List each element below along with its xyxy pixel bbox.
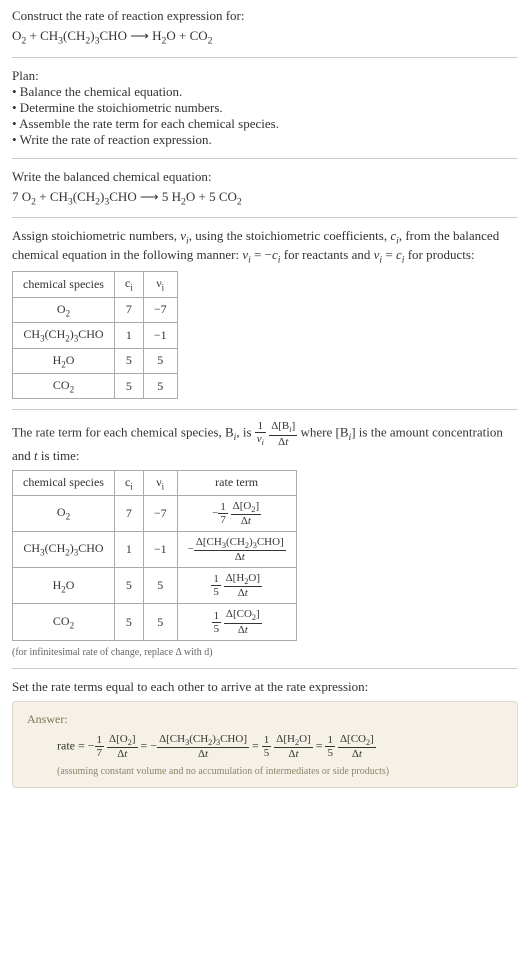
infinitesimal-note: (for infinitesimal rate of change, repla… xyxy=(12,647,518,658)
cell-ci: 1 xyxy=(114,532,143,568)
cell-species: O2 xyxy=(13,495,115,531)
divider xyxy=(12,57,518,58)
col-ci: ci xyxy=(114,272,143,297)
intro-section: Construct the rate of reaction expressio… xyxy=(12,8,518,47)
stoichiometric-table: chemical species ci νi O2 7 −7 CH3(CH2)3… xyxy=(12,271,178,399)
col-species: chemical species xyxy=(13,272,115,297)
cell-vi: 5 xyxy=(143,568,177,604)
numerator: 1 xyxy=(255,420,266,433)
cell-species: H2O xyxy=(13,568,115,604)
rate-term-section: The rate term for each chemical species,… xyxy=(12,420,518,657)
assign-text: Assign stoichiometric numbers, νi, using… xyxy=(12,228,518,265)
table-row: O2 7 −7 xyxy=(13,297,178,322)
col-vi: νi xyxy=(143,272,177,297)
cell-ci: 5 xyxy=(114,373,143,398)
balanced-heading: Write the balanced chemical equation: xyxy=(12,169,518,185)
denominator: Δt xyxy=(269,436,297,448)
cell-vi: −7 xyxy=(143,495,177,531)
divider xyxy=(12,409,518,410)
final-heading: Set the rate terms equal to each other t… xyxy=(12,679,518,695)
text-part: is time: xyxy=(38,448,80,463)
table-header-row: chemical species ci νi xyxy=(13,272,178,297)
cell-rate: 15 Δ[H2O]Δt xyxy=(177,568,296,604)
cell-ci: 5 xyxy=(114,348,143,373)
table-row: CH3(CH2)3CHO 1 −1 −Δ[CH3(CH2)3CHO]Δt xyxy=(13,532,297,568)
table-row: CO2 5 5 xyxy=(13,373,178,398)
rate-intro-text: The rate term for each chemical species,… xyxy=(12,420,518,463)
answer-label: Answer: xyxy=(27,712,503,727)
plan-section: Plan: • Balance the chemical equation. •… xyxy=(12,68,518,148)
cell-species: CO2 xyxy=(13,604,115,640)
balanced-section: Write the balanced chemical equation: 7 … xyxy=(12,169,518,208)
cell-rate: 15 Δ[CO2]Δt xyxy=(177,604,296,640)
cell-rate: −Δ[CH3(CH2)3CHO]Δt xyxy=(177,532,296,568)
cell-vi: 5 xyxy=(143,373,177,398)
table-row: O2 7 −7 −17 Δ[O2]Δt xyxy=(13,495,297,531)
answer-box: Answer: rate = −17 Δ[O2]Δt = −Δ[CH3(CH2)… xyxy=(12,701,518,788)
cell-species: O2 xyxy=(13,297,115,322)
answer-equation: rate = −17 Δ[O2]Δt = −Δ[CH3(CH2)3CHO]Δt … xyxy=(57,733,503,760)
cell-species: CH3(CH2)3CHO xyxy=(13,323,115,348)
table-row: CO2 5 5 15 Δ[CO2]Δt xyxy=(13,604,297,640)
answer-note: (assuming constant volume and no accumul… xyxy=(57,766,503,777)
numerator: Δ[Bi] xyxy=(269,420,297,435)
col-ci: ci xyxy=(114,470,143,495)
cell-species: H2O xyxy=(13,348,115,373)
col-species: chemical species xyxy=(13,470,115,495)
assign-section: Assign stoichiometric numbers, νi, using… xyxy=(12,228,518,399)
final-section: Set the rate terms equal to each other t… xyxy=(12,679,518,788)
cell-ci: 7 xyxy=(114,495,143,531)
table-row: H2O 5 5 15 Δ[H2O]Δt xyxy=(13,568,297,604)
cell-ci: 5 xyxy=(114,568,143,604)
cell-vi: 5 xyxy=(143,604,177,640)
plan-item: • Determine the stoichiometric numbers. xyxy=(12,100,518,116)
prompt-text: Construct the rate of reaction expressio… xyxy=(12,8,518,24)
cell-vi: −1 xyxy=(143,323,177,348)
cell-vi: −7 xyxy=(143,297,177,322)
cell-ci: 1 xyxy=(114,323,143,348)
denominator: νi xyxy=(255,433,266,447)
divider xyxy=(12,217,518,218)
balanced-equation: 7 O2 + CH3(CH2)3CHO ⟶ 5 H2O + 5 CO2 xyxy=(12,189,518,208)
cell-species: CO2 xyxy=(13,373,115,398)
text-part: The rate term for each chemical species,… xyxy=(12,425,234,440)
unbalanced-equation: O2 + CH3(CH2)3CHO ⟶ H2O + CO2 xyxy=(12,28,518,47)
table-row: H2O 5 5 xyxy=(13,348,178,373)
plan-item: • Write the rate of reaction expression. xyxy=(12,132,518,148)
cell-rate: −17 Δ[O2]Δt xyxy=(177,495,296,531)
frac-1-over-vi: 1νi xyxy=(255,420,266,447)
divider xyxy=(12,158,518,159)
cell-vi: −1 xyxy=(143,532,177,568)
plan-heading: Plan: xyxy=(12,68,518,84)
frac-delta-bi: Δ[Bi]Δt xyxy=(269,420,297,447)
table-row: CH3(CH2)3CHO 1 −1 xyxy=(13,323,178,348)
col-rate: rate term xyxy=(177,470,296,495)
cell-ci: 5 xyxy=(114,604,143,640)
rate-term-table: chemical species ci νi rate term O2 7 −7… xyxy=(12,470,297,641)
cell-vi: 5 xyxy=(143,348,177,373)
cell-ci: 7 xyxy=(114,297,143,322)
cell-species: CH3(CH2)3CHO xyxy=(13,532,115,568)
table-header-row: chemical species ci νi rate term xyxy=(13,470,297,495)
plan-item: • Balance the chemical equation. xyxy=(12,84,518,100)
col-vi: νi xyxy=(143,470,177,495)
divider xyxy=(12,668,518,669)
plan-item: • Assemble the rate term for each chemic… xyxy=(12,116,518,132)
text-part: , is xyxy=(236,425,254,440)
text-part: where [B xyxy=(297,425,348,440)
